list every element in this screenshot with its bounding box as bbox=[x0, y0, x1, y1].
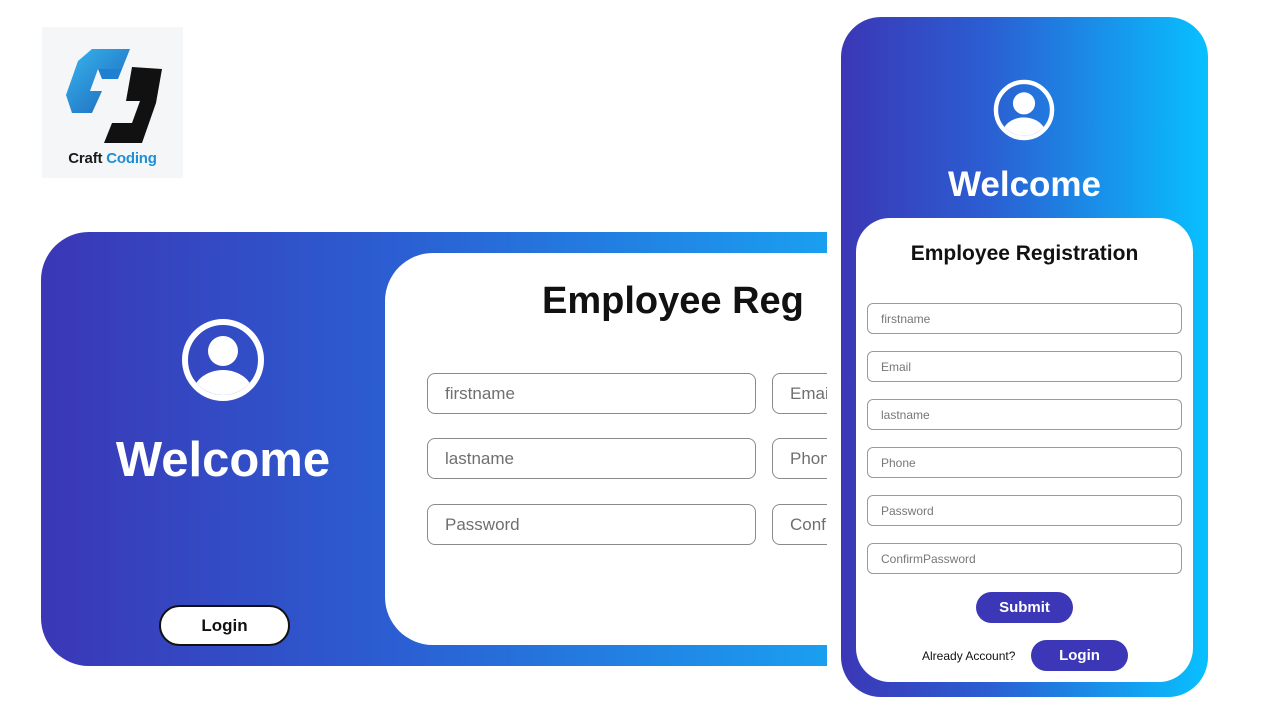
phone-input[interactable] bbox=[772, 438, 827, 479]
email-input[interactable] bbox=[772, 373, 827, 414]
lastname-input[interactable] bbox=[427, 438, 756, 479]
password-input[interactable] bbox=[867, 495, 1182, 526]
login-button[interactable]: Login bbox=[1031, 640, 1128, 671]
phone-input[interactable] bbox=[867, 447, 1182, 478]
email-input[interactable] bbox=[867, 351, 1182, 382]
craft-coding-logo-icon bbox=[66, 49, 162, 143]
firstname-input[interactable] bbox=[427, 373, 756, 414]
form-title: Employee Reg bbox=[542, 280, 804, 322]
form-title: Employee Registration bbox=[910, 242, 1139, 265]
user-avatar-icon bbox=[182, 319, 264, 401]
lastname-input[interactable] bbox=[867, 399, 1182, 430]
desktop-registration-card: Welcome Login Employee Reg bbox=[41, 232, 827, 666]
mobile-registration-card: Welcome Employee Registration Submit Alr… bbox=[841, 17, 1208, 697]
password-input[interactable] bbox=[427, 504, 756, 545]
craft-coding-logo: Craft Coding bbox=[42, 27, 183, 178]
logo-word-craft: Craft bbox=[68, 150, 103, 167]
welcome-heading: Welcome bbox=[115, 433, 331, 487]
firstname-input[interactable] bbox=[867, 303, 1182, 334]
user-avatar-icon bbox=[993, 79, 1055, 141]
login-button[interactable]: Login bbox=[159, 605, 290, 646]
already-account-text: Already Account? bbox=[922, 649, 1016, 663]
confirm-password-input[interactable] bbox=[772, 504, 827, 545]
welcome-heading: Welcome bbox=[947, 165, 1102, 204]
submit-button[interactable]: Submit bbox=[976, 592, 1073, 623]
confirm-password-input[interactable] bbox=[867, 543, 1182, 574]
registration-form: Employee Reg bbox=[385, 253, 827, 645]
registration-form: Employee Registration Submit Already Acc… bbox=[856, 218, 1193, 682]
logo-word-coding: Coding bbox=[106, 150, 157, 167]
